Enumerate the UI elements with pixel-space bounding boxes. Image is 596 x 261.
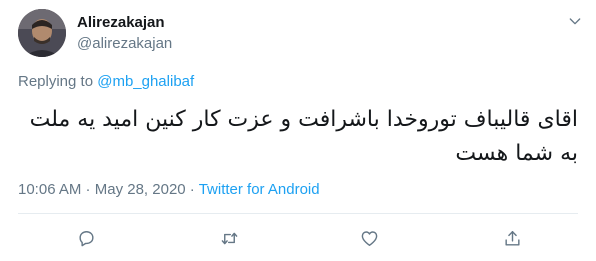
- tweet-text: اقای قالیباف توروخدا باشرافت و عزت کار ک…: [29, 107, 578, 166]
- divider: [18, 213, 578, 214]
- meta-separator: ·: [81, 181, 95, 198]
- author-handle[interactable]: @alirezakajan: [77, 35, 172, 52]
- avatar[interactable]: [18, 9, 66, 57]
- author-name[interactable]: Alirezakajan: [77, 14, 165, 31]
- heart-icon: [361, 230, 377, 246]
- reply-icon: [78, 230, 94, 246]
- retweet-button[interactable]: [219, 228, 239, 248]
- retweet-icon: [221, 232, 237, 244]
- tweet-meta: 10:06 AM · May 28, 2020 · Twitter for An…: [18, 181, 320, 198]
- share-icon: [504, 230, 520, 246]
- reply-button[interactable]: [76, 228, 96, 248]
- tweet-source-link[interactable]: Twitter for Android: [199, 181, 320, 198]
- tweet-card: Alirezakajan @alirezakajan Replying to @…: [0, 0, 596, 261]
- tweet-date[interactable]: May 28, 2020: [95, 181, 186, 198]
- meta-separator: ·: [185, 181, 199, 198]
- like-button[interactable]: [359, 228, 379, 248]
- share-button[interactable]: [502, 228, 522, 248]
- tweet-time[interactable]: 10:06 AM: [18, 181, 81, 198]
- reply-mention-link[interactable]: @mb_ghalibaf: [97, 73, 194, 90]
- chevron-down-icon[interactable]: [566, 12, 584, 30]
- avatar-image: [18, 9, 66, 57]
- replying-prefix: Replying to: [18, 73, 98, 90]
- replying-to: Replying to @mb_ghalibaf: [18, 73, 194, 90]
